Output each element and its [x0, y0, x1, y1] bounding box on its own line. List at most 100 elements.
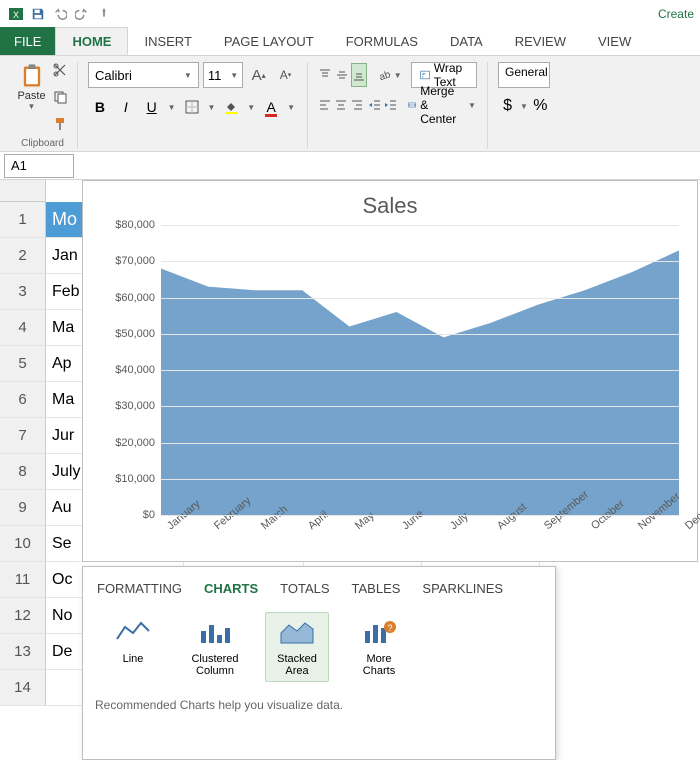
select-all-corner[interactable] — [0, 180, 46, 202]
chevron-down-icon[interactable]: ▼ — [285, 103, 297, 112]
redo-icon[interactable] — [72, 4, 92, 24]
y-tick-label: $60,000 — [115, 292, 155, 304]
italic-button[interactable]: I — [114, 94, 138, 120]
name-box[interactable] — [4, 154, 74, 178]
qa-option-more-charts[interactable]: ?More Charts — [347, 612, 411, 682]
chart-type-icon — [113, 617, 153, 649]
area-series — [161, 250, 679, 515]
row-header[interactable]: 10 — [0, 526, 46, 562]
qa-option-label: Clustered Column — [186, 653, 244, 677]
number-format-select[interactable]: General — [498, 62, 550, 88]
percent-button[interactable]: % — [531, 94, 550, 118]
cut-icon[interactable] — [52, 62, 68, 83]
undo-icon[interactable] — [50, 4, 70, 24]
qa-tab-formatting[interactable]: FORMATTING — [97, 581, 182, 596]
row-header[interactable]: 11 — [0, 562, 46, 598]
row-header[interactable]: 5 — [0, 346, 46, 382]
merge-center-button[interactable]: Merge & Center ▼ — [402, 92, 482, 118]
row-header[interactable]: 8 — [0, 454, 46, 490]
copy-icon[interactable] — [52, 89, 68, 110]
row-header[interactable]: 9 — [0, 490, 46, 526]
decrease-indent-icon[interactable] — [368, 93, 382, 117]
group-clipboard-label: Clipboard — [21, 138, 64, 149]
tab-home[interactable]: HOME — [55, 27, 128, 55]
tab-insert[interactable]: INSERT — [128, 27, 207, 55]
decrease-font-icon[interactable]: A▾ — [274, 62, 297, 88]
y-tick-label: $40,000 — [115, 364, 155, 376]
row-header[interactable]: 12 — [0, 598, 46, 634]
row-header[interactable]: 7 — [0, 418, 46, 454]
font-size-select[interactable]: 11▼ — [203, 62, 243, 88]
qa-tab-charts[interactable]: CHARTS — [204, 581, 258, 596]
row-header[interactable]: 1 — [0, 202, 46, 238]
save-icon[interactable] — [28, 4, 48, 24]
chevron-down-icon: ▼ — [468, 101, 476, 110]
chart-type-icon — [195, 617, 235, 649]
qa-option-stacked-area[interactable]: Stacked Area — [265, 612, 329, 682]
y-tick-label: $0 — [143, 509, 155, 521]
svg-text:X: X — [13, 10, 19, 20]
chevron-down-icon[interactable]: ▼ — [166, 103, 178, 112]
qa-tab-totals[interactable]: TOTALS — [280, 581, 329, 596]
tab-page-layout[interactable]: PAGE LAYOUT — [208, 27, 330, 55]
chevron-down-icon[interactable]: ▼ — [245, 103, 257, 112]
merge-center-label: Merge & Center — [420, 84, 464, 126]
chevron-down-icon[interactable]: ▼ — [205, 103, 217, 112]
paste-button[interactable]: Paste ▼ — [17, 62, 45, 137]
y-tick-label: $70,000 — [115, 255, 155, 267]
row-header[interactable]: 4 — [0, 310, 46, 346]
row-header[interactable]: 6 — [0, 382, 46, 418]
chart-type-icon: ? — [359, 617, 399, 649]
tab-data[interactable]: DATA — [434, 27, 499, 55]
quick-analysis-popup: FORMATTING CHARTS TOTALS TABLES SPARKLINES L… — [82, 566, 556, 760]
align-middle-icon[interactable] — [335, 63, 350, 87]
qa-tab-sparklines[interactable]: SPARKLINES — [422, 581, 503, 596]
row-header[interactable]: 13 — [0, 634, 46, 670]
align-top-icon[interactable] — [318, 63, 333, 87]
border-button[interactable] — [180, 94, 204, 120]
gridline — [161, 225, 679, 226]
row-header[interactable]: 3 — [0, 274, 46, 310]
x-tick-label: December — [683, 490, 700, 532]
gridline — [161, 515, 679, 516]
gridline — [161, 479, 679, 480]
fill-color-button[interactable] — [219, 94, 243, 120]
qa-option-label: Stacked Area — [268, 653, 326, 677]
excel-icon: X — [6, 4, 26, 24]
row-header[interactable]: 14 — [0, 670, 46, 706]
orientation-icon[interactable]: ab — [377, 63, 392, 87]
qa-tab-tables[interactable]: TABLES — [352, 581, 401, 596]
y-tick-label: $20,000 — [115, 437, 155, 449]
underline-button[interactable]: U — [140, 94, 164, 120]
qa-option-line[interactable]: Line — [101, 612, 165, 682]
y-tick-label: $30,000 — [115, 400, 155, 412]
chart-preview: Sales $0$10,000$20,000$30,000$40,000$50,… — [82, 180, 698, 562]
touch-mode-icon[interactable] — [94, 4, 114, 24]
font-name-select[interactable]: Calibri▼ — [88, 62, 199, 88]
row-header[interactable]: 2 — [0, 238, 46, 274]
align-center-icon[interactable] — [334, 93, 348, 117]
font-color-button[interactable]: A — [259, 94, 283, 120]
align-bottom-icon[interactable] — [351, 63, 367, 87]
increase-indent-icon[interactable] — [384, 93, 398, 117]
chevron-down-icon[interactable]: ▼ — [394, 71, 402, 80]
tab-review[interactable]: REVIEW — [499, 27, 582, 55]
align-right-icon[interactable] — [350, 93, 364, 117]
gridline — [161, 443, 679, 444]
qa-option-label: Line — [123, 653, 144, 665]
chevron-down-icon[interactable]: ▼ — [519, 102, 529, 111]
align-left-icon[interactable] — [318, 93, 332, 117]
currency-button[interactable]: $ — [498, 94, 517, 118]
bold-button[interactable]: B — [88, 94, 112, 120]
tab-formulas[interactable]: FORMULAS — [330, 27, 434, 55]
chart-title: Sales — [101, 193, 679, 219]
tab-view[interactable]: VIEW — [582, 27, 647, 55]
format-painter-icon[interactable] — [52, 116, 68, 137]
chevron-down-icon: ▼ — [230, 71, 238, 80]
account-link[interactable]: Create — [658, 7, 694, 21]
increase-font-icon[interactable]: A▴ — [247, 62, 270, 88]
y-tick-label: $50,000 — [115, 328, 155, 340]
tab-file[interactable]: FILE — [0, 27, 55, 55]
gridline — [161, 406, 679, 407]
qa-option-clustered-column[interactable]: Clustered Column — [183, 612, 247, 682]
